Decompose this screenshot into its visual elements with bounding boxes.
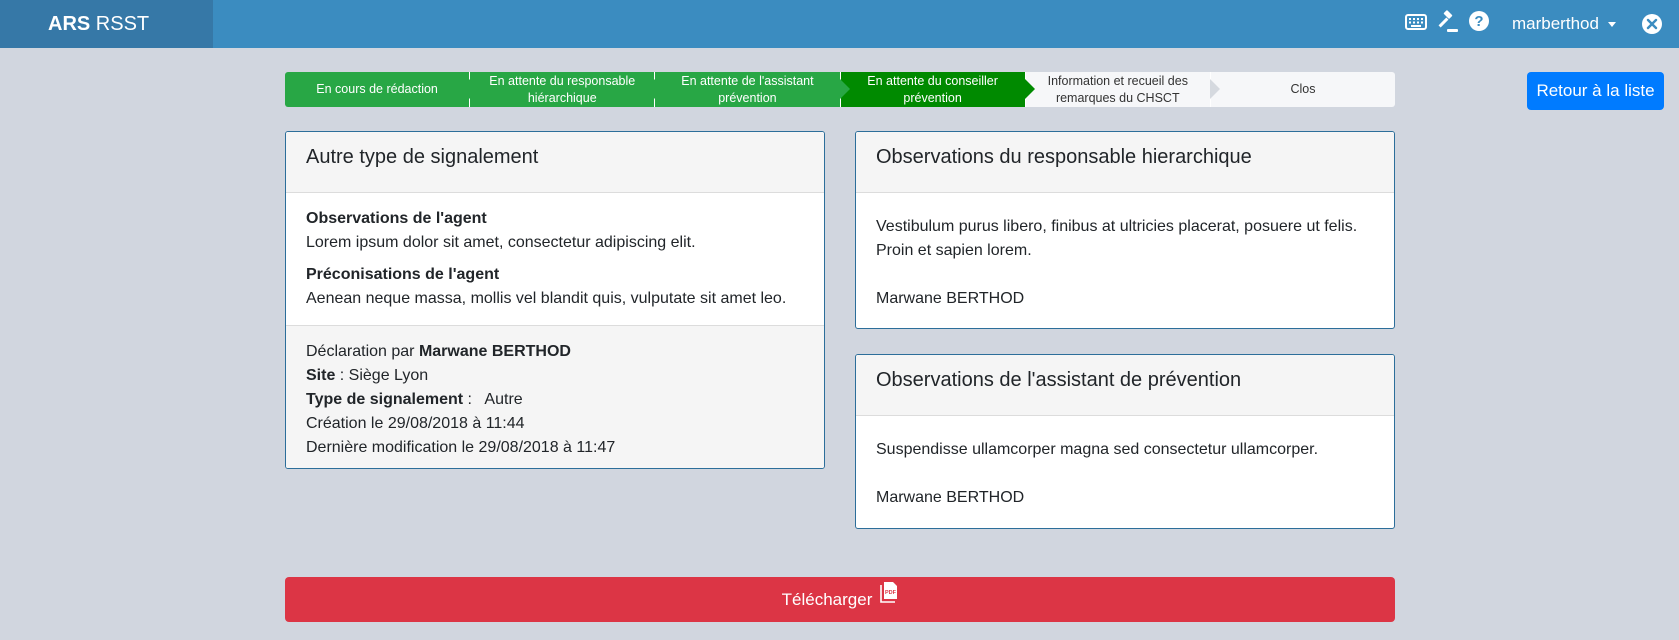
user-menu[interactable]: marberthod (1512, 0, 1599, 48)
gavel-icon[interactable] (1435, 10, 1459, 39)
top-navbar: ARS RSST ? marberthod (0, 0, 1679, 48)
step-arrow (839, 79, 850, 99)
assistant-card-body: Suspendisse ullamcorper magna sed consec… (856, 416, 1394, 524)
manager-card-body: Vestibulum purus libero, finibus at ultr… (856, 193, 1394, 325)
step-arrow (654, 79, 665, 99)
download-button[interactable]: Télécharger PDF (285, 577, 1395, 622)
agent-recommendations: Préconisations de l'agent Aenean neque m… (306, 263, 804, 311)
workflow-step-label: En attente du responsable hiérarchique (489, 73, 636, 105)
workflow-step-label: Clos (1290, 82, 1316, 96)
workflow-step: En attente du responsable hiérarchique (469, 72, 665, 107)
workflow-step: En cours de rédaction (285, 72, 480, 107)
report-card: Autre type de signalement Observations d… (285, 131, 825, 469)
help-icon[interactable]: ? (1468, 10, 1490, 37)
manager-observations-card: Observations du responsable hierarchique… (855, 131, 1395, 329)
site-value: : Siège Lyon (335, 367, 429, 384)
step-arrow (1024, 79, 1035, 99)
agent-observations-text: Lorem ipsum dolor sit amet, consectetur … (306, 234, 696, 251)
site-row: Site : Siège Lyon (306, 364, 804, 388)
workflow-step-label: En attente du conseiller prévention (867, 73, 998, 105)
declared-by-prefix: Déclaration par (306, 343, 419, 360)
assistant-author: Marwane BERTHOD (876, 489, 1025, 506)
keyboard-icon[interactable] (1405, 14, 1427, 35)
brand-rest: RSST (90, 13, 150, 35)
manager-card-title: Observations du responsable hierarchique (856, 132, 1394, 193)
assistant-card-title: Observations de l'assistant de préventio… (856, 355, 1394, 416)
modification-date: Dernière modification le 29/08/2018 à 11… (306, 439, 616, 456)
type-value: : Autre (463, 391, 523, 408)
creation-date: Création le 29/08/2018 à 11:44 (306, 415, 525, 432)
workflow-progress: En cours de rédaction En attente du resp… (285, 72, 1396, 107)
manager-author: Marwane BERTHOD (876, 290, 1025, 307)
step-arrow (469, 79, 480, 99)
step-arrow (1209, 79, 1220, 99)
report-card-body: Observations de l'agent Lorem ipsum dolo… (286, 193, 824, 325)
declared-by-name: Marwane BERTHOD (418, 343, 571, 360)
assistant-observation-text: Suspendisse ullamcorper magna sed consec… (876, 441, 1319, 458)
svg-text:PDF: PDF (885, 590, 897, 596)
close-icon[interactable] (1642, 14, 1662, 39)
workflow-step-label: Information et recueil des remarques du … (1047, 73, 1188, 105)
type-label: Type de signalement (306, 391, 464, 408)
report-card-footer: Déclaration par Marwane BERTHOD Site : S… (286, 325, 824, 468)
workflow-step-label: En attente de l'assistant prévention (681, 73, 814, 105)
chevron-down-icon[interactable] (1608, 22, 1616, 27)
agent-recommendations-text: Aenean neque massa, mollis vel blandit q… (306, 290, 787, 307)
agent-recommendations-label: Préconisations de l'agent (306, 266, 500, 283)
workflow-step-current: En attente du conseiller prévention (839, 72, 1035, 107)
workflow-step: En attente de l'assistant prévention (654, 72, 850, 107)
site-label: Site (306, 367, 336, 384)
declared-by: Déclaration par Marwane BERTHOD (306, 340, 804, 364)
workflow-step: Clos (1209, 72, 1396, 107)
download-button-label: Télécharger (781, 589, 873, 609)
manager-observation-text: Vestibulum purus libero, finibus at ultr… (876, 218, 1358, 259)
svg-text:?: ? (1474, 13, 1483, 30)
workflow-step-label: En cours de rédaction (316, 82, 438, 96)
agent-observations-label: Observations de l'agent (306, 210, 487, 227)
type-row: Type de signalement : Autre (306, 388, 804, 412)
agent-observations: Observations de l'agent Lorem ipsum dolo… (306, 207, 804, 255)
app-brand[interactable]: ARS RSST (0, 0, 213, 48)
brand-bold: ARS (48, 13, 91, 35)
workflow-step: Information et recueil des remarques du … (1024, 72, 1220, 107)
back-to-list-button[interactable]: Retour à la liste (1527, 72, 1664, 110)
pdf-icon: PDF (878, 581, 898, 608)
assistant-observations-card: Observations de l'assistant de préventio… (855, 354, 1395, 529)
report-card-title: Autre type de signalement (286, 132, 824, 193)
